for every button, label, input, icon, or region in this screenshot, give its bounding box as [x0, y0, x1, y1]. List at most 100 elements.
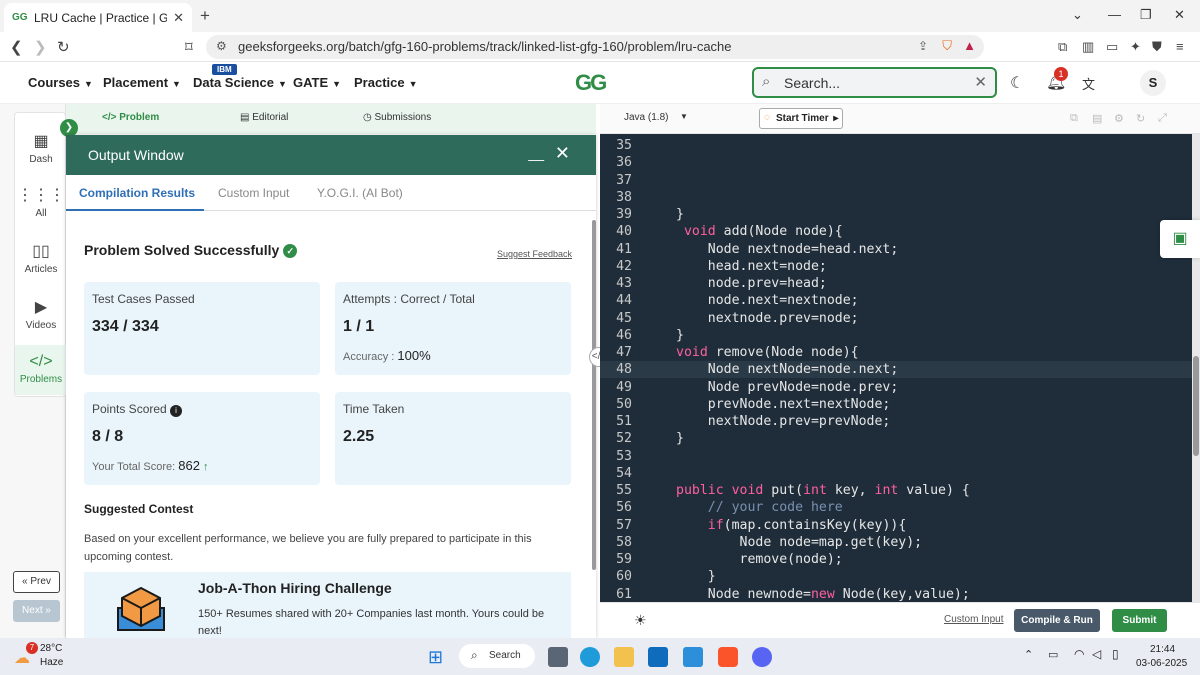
reset-icon[interactable]: ↻ [1136, 112, 1145, 125]
tab-problem[interactable]: </> Problem [102, 112, 159, 123]
line-code[interactable]: Node nextNode=node.next; [676, 361, 899, 378]
fullscreen-icon[interactable]: ⤢ [1158, 112, 1167, 125]
site-info-icon[interactable]: ⚙ [216, 39, 227, 53]
line-code[interactable]: } [676, 430, 684, 447]
brave-icon[interactable] [718, 647, 738, 667]
line-code[interactable]: void add(Node node){ [676, 223, 843, 240]
output-scrollbar[interactable] [592, 220, 596, 570]
restore-icon[interactable]: ❐ [1140, 7, 1152, 23]
task-view-icon[interactable] [548, 647, 568, 667]
code-line[interactable]: 59 remove(node); [600, 551, 1192, 568]
bookmark-icon[interactable]: ⌑ [185, 38, 193, 56]
line-code[interactable]: } [676, 327, 684, 344]
code-line[interactable]: 41 Node nextnode=head.next; [600, 241, 1192, 258]
code-line[interactable]: 40 void add(Node node){ [600, 223, 1192, 240]
clear-search-icon[interactable]: ✕ [974, 73, 987, 91]
tab-editorial[interactable]: ▤ Editorial [240, 112, 288, 123]
line-code[interactable]: Node nextnode=head.next; [676, 241, 899, 258]
language-select[interactable]: Java (1.8) ▼ [618, 108, 694, 130]
code-line[interactable]: 61 Node newnode=new Node(key,value); [600, 586, 1192, 603]
code-line[interactable]: 50 prevNode.next=nextNode; [600, 396, 1192, 413]
compile-run-button[interactable]: Compile & Run [1014, 609, 1100, 632]
code-line[interactable]: 42 head.next=node; [600, 258, 1192, 275]
line-code[interactable]: prevNode.next=nextNode; [676, 396, 891, 413]
line-code[interactable]: Node node=map.get(key); [676, 534, 923, 551]
discord-icon[interactable] [752, 647, 772, 667]
menu-courses[interactable]: Courses ▼ [28, 75, 93, 90]
chat-icon[interactable]: ▣ [1160, 220, 1200, 258]
weather-condition[interactable]: Haze [40, 657, 63, 668]
sidebar-item-dash[interactable]: ▦ Dash [15, 131, 67, 165]
tab-submissions[interactable]: ◷ Submissions [363, 112, 431, 123]
search-input[interactable]: ⌕ Search... ✕ [752, 67, 997, 98]
code-line[interactable]: 36 [600, 154, 1192, 171]
line-code[interactable]: head.next=node; [676, 258, 827, 275]
submit-button[interactable]: Submit [1112, 609, 1167, 632]
code-line[interactable]: 49 Node prevNode=node.prev; [600, 379, 1192, 396]
menu-placement[interactable]: Placement ▼ [103, 75, 181, 90]
code-line[interactable]: 37 [600, 172, 1192, 189]
browser-tab[interactable]: GG LRU Cache | Practice | GeeksforG ✕ [4, 3, 192, 32]
info-icon[interactable]: i [170, 405, 183, 417]
wallet-icon[interactable]: ▭ [1106, 39, 1118, 55]
line-code[interactable]: Node prevNode=node.prev; [676, 379, 899, 396]
translate-icon[interactable]: 文 [1082, 74, 1095, 93]
vpn-icon[interactable]: ⛊ [1152, 39, 1162, 55]
line-code[interactable]: nextNode.prev=prevNode; [676, 413, 891, 430]
code-line[interactable]: 43 node.prev=head; [600, 275, 1192, 292]
line-code[interactable]: nextnode.prev=node; [676, 310, 859, 327]
close-tab-icon[interactable]: ✕ [173, 10, 184, 26]
line-code[interactable]: node.next=nextnode; [676, 292, 859, 309]
code-line[interactable]: 56 // your code here [600, 499, 1192, 516]
code-line[interactable]: 53 [600, 448, 1192, 465]
close-icon[interactable]: ✕ [555, 143, 570, 164]
outlook-icon[interactable] [648, 647, 668, 667]
file-explorer-icon[interactable] [614, 647, 634, 667]
minimize-icon[interactable]: __ [528, 145, 544, 161]
tab-yogi-ai-bot[interactable]: Y.O.G.I. (AI Bot) [317, 186, 403, 200]
vscode-icon[interactable] [683, 647, 703, 667]
new-tab-icon[interactable]: + [200, 6, 210, 26]
brave-shield-icon[interactable]: ⛉ [942, 38, 952, 54]
line-code[interactable]: } [676, 206, 684, 223]
editor-scrollbar[interactable] [1192, 134, 1200, 602]
settings-icon[interactable]: ⚙ [1114, 112, 1124, 125]
taskbar-search[interactable]: ⌕ Search [459, 644, 535, 668]
code-line[interactable]: 45 nextnode.prev=node; [600, 310, 1192, 327]
clock-date[interactable]: 03-06-2025 [1136, 658, 1187, 669]
code-line[interactable]: 51 nextNode.prev=prevNode; [600, 413, 1192, 430]
line-code[interactable]: } [676, 568, 716, 585]
keyboard-icon[interactable]: ▭ [1048, 648, 1058, 661]
code-line[interactable]: 47 void remove(Node node){ [600, 344, 1192, 361]
line-code[interactable]: void remove(Node node){ [676, 344, 859, 361]
forward-icon[interactable]: ❯ [34, 38, 47, 56]
brave-rewards-icon[interactable]: ▲ [963, 38, 976, 53]
wifi-icon[interactable]: ◠ [1074, 647, 1084, 661]
file-icon[interactable]: ▤ [1092, 112, 1102, 125]
start-timer-button[interactable]: ◌ Start Timer ▸ [759, 108, 843, 129]
bulb-icon[interactable]: ☀ [634, 612, 647, 629]
sidebar-item-problems[interactable]: </> Problems [15, 345, 67, 395]
code-line[interactable]: 44 node.next=nextnode; [600, 292, 1192, 309]
code-line[interactable]: 38 [600, 189, 1192, 206]
code-line[interactable]: 39} [600, 206, 1192, 223]
code-editor[interactable]: 35 36 37 38 39} 40 void add(Node node){41 Nod… [600, 134, 1192, 602]
clock-time[interactable]: 21:44 [1150, 644, 1175, 655]
code-line[interactable]: 60 } [600, 568, 1192, 585]
close-window-icon[interactable]: ✕ [1174, 7, 1185, 23]
contest-card[interactable]: Job-A-Thon Hiring Challenge 150+ Resumes… [84, 572, 571, 638]
code-line[interactable]: 55 public void put(int key, int value) { [600, 482, 1192, 499]
leo-ai-icon[interactable]: ✦ [1130, 39, 1141, 55]
line-code[interactable]: public void put(int key, int value) { [676, 482, 970, 499]
back-icon[interactable]: ❮ [10, 38, 23, 56]
extensions-icon[interactable]: ⧉ [1058, 39, 1067, 55]
weather-temp[interactable]: 28°C [40, 643, 62, 654]
code-line[interactable]: 48 Node nextNode=node.next; [600, 361, 1192, 379]
line-code[interactable]: node.prev=head; [676, 275, 827, 292]
copy-icon[interactable]: ⧉ [1070, 112, 1078, 125]
line-code[interactable]: remove(node); [676, 551, 843, 568]
prev-button[interactable]: « Prev [13, 571, 60, 593]
chevron-up-icon[interactable]: ⌃ [1024, 648, 1033, 661]
line-code[interactable]: // your code here [676, 499, 843, 516]
code-line[interactable]: 57 if(map.containsKey(key)){ [600, 517, 1192, 534]
